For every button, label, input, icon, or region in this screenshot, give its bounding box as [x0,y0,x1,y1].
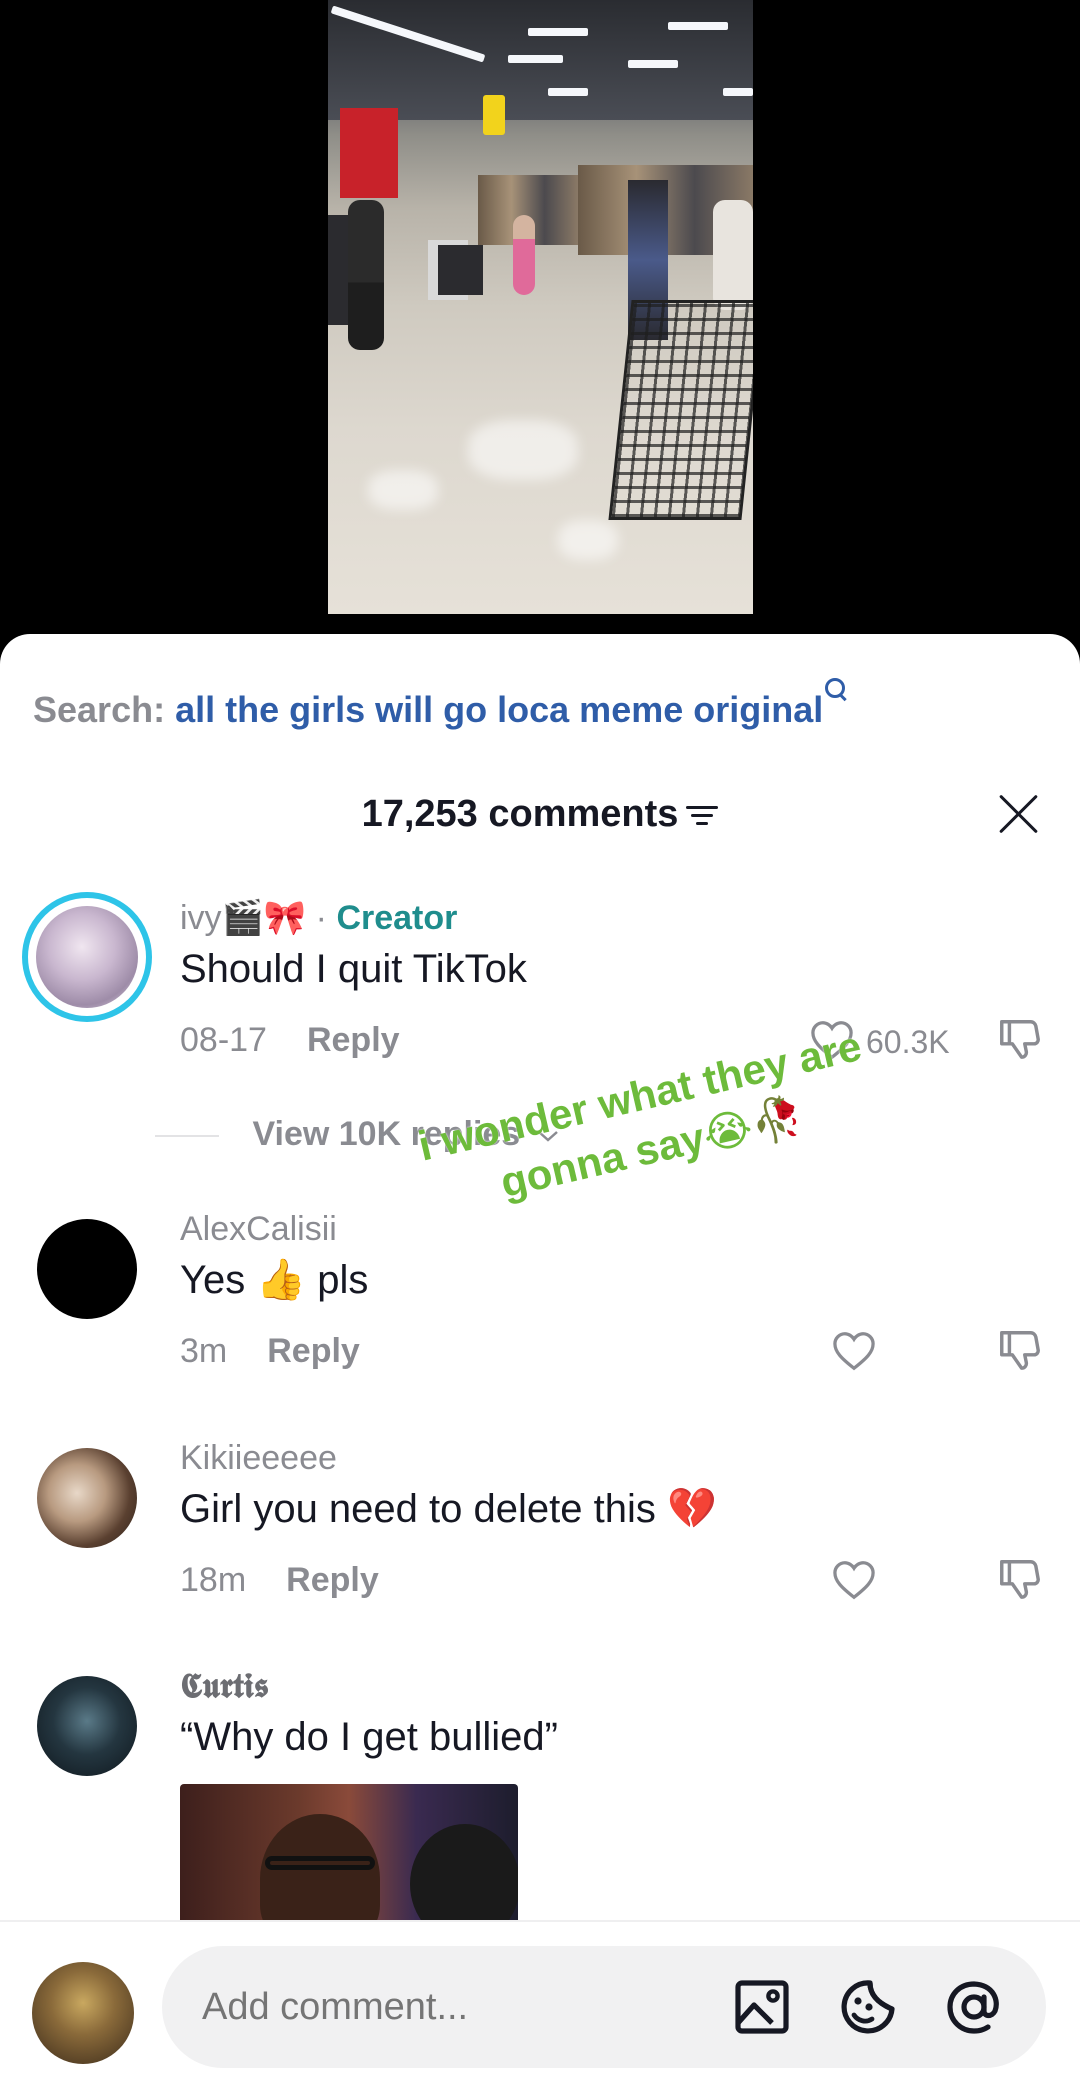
comment-text: Should I quit TikTok [180,947,527,991]
comment-meta: 3m Reply [180,1331,360,1371]
comment-attached-image[interactable] [180,1784,518,1924]
comments-header: 17,253 comments [0,784,1080,844]
comment-input-container[interactable] [162,1946,1046,2068]
comment-item: 𝕮𝖚𝖗𝖙𝖎𝖘 “Why do I get bullied” [0,1666,1080,1866]
video-shopping-cart [608,300,753,520]
comment-time: 08-17 [180,1021,267,1059]
comment-meta: 08-17 Reply [180,1020,400,1060]
video-person [348,200,384,350]
heart-icon[interactable] [832,1560,876,1600]
avatar[interactable] [37,1448,137,1548]
search-label: Search: [33,689,166,730]
comment-username[interactable]: Kikiieeeee [180,1438,337,1478]
comment-username[interactable]: ivy🎬🎀 · Creator [180,898,457,938]
comment-composer-bar [0,1920,1080,2088]
video-frame[interactable] [328,0,753,614]
video-store-sign [483,95,505,135]
comment-username[interactable]: AlexCalisii [180,1209,337,1249]
dislike-icon[interactable] [996,1016,1042,1062]
video-player[interactable] [0,0,1080,640]
comment-item: ivy🎬🎀 · Creator Should I quit TikTok 08-… [0,892,1080,1062]
avatar[interactable] [37,1219,137,1319]
comment-text: “Why do I get bullied” [180,1715,558,1759]
close-icon[interactable] [996,792,1040,836]
video-floor-glare [558,520,618,560]
comment-item: AlexCalisii Yes 👍 pls 3m Reply [0,1209,1080,1379]
comment-time: 18m [180,1561,247,1599]
video-person [713,200,753,310]
user-avatar[interactable] [32,1962,134,2064]
comment-input[interactable] [202,1946,682,2068]
search-icon[interactable] [825,678,847,700]
comment-item: Kikiieeeee Girl you need to delete this … [0,1438,1080,1608]
video-light [723,88,753,96]
video-floor-glare [368,470,438,510]
filter-icon[interactable] [686,802,719,828]
video-floor-glare [468,420,578,480]
video-light [548,88,588,96]
dislike-icon[interactable] [996,1556,1042,1602]
avatar-image [36,906,138,1008]
search-query-link[interactable]: all the girls will go loca meme original [175,689,823,730]
video-light [668,22,728,30]
reply-button[interactable]: Reply [267,1332,360,1370]
video-light [628,60,678,68]
video-red-wall [340,108,398,198]
video-light [528,28,588,36]
username-text[interactable]: ivy🎬🎀 [180,899,306,937]
video-counter [438,245,483,295]
like-count: 60.3K [866,1024,950,1060]
separator-dot: · [306,899,337,937]
comment-text: Girl you need to delete this 💔 [180,1487,717,1531]
comments-count: 17,253 comments [361,793,679,835]
emoji-icon[interactable] [838,1977,898,2037]
image-glasses [265,1856,375,1870]
comment-username[interactable]: 𝕮𝖚𝖗𝖙𝖎𝖘 [180,1666,269,1706]
dislike-icon[interactable] [996,1327,1042,1373]
avatar[interactable] [22,892,152,1022]
image-person [410,1824,518,1924]
mention-icon[interactable] [944,1977,1004,2037]
creator-badge: Creator [336,899,458,937]
search-suggestion[interactable]: Search: all the girls will go loca meme … [33,678,847,732]
video-light [508,55,563,63]
comments-sheet: Search: all the girls will go loca meme … [0,634,1080,2088]
avatar[interactable] [37,1676,137,1776]
comment-text: Yes 👍 pls [180,1258,369,1302]
comment-time: 3m [180,1332,228,1370]
video-person-running [513,215,535,295]
reply-button[interactable]: Reply [307,1021,400,1059]
image-icon[interactable] [732,1977,792,2037]
reply-button[interactable]: Reply [286,1561,379,1599]
heart-icon[interactable] [832,1331,876,1371]
comment-meta: 18m Reply [180,1560,379,1600]
